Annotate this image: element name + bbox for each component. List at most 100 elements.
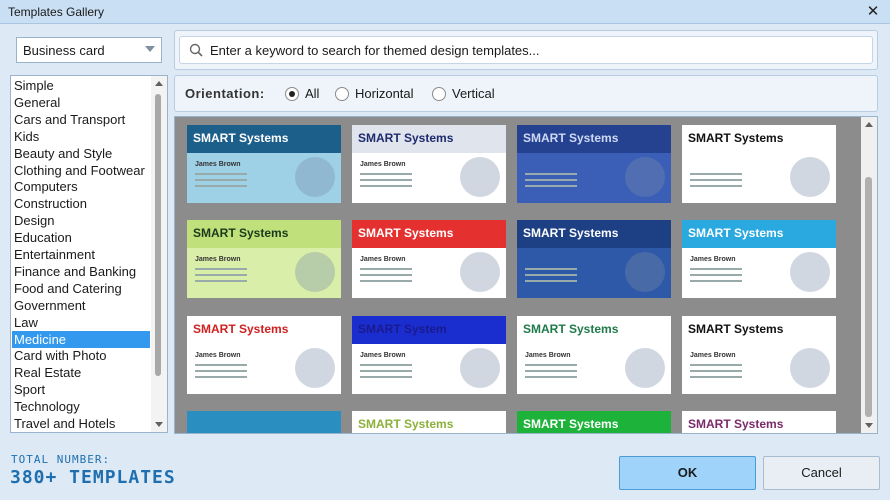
dna-icon [460,157,500,197]
template-card[interactable]: SMART Systems James Brown [187,125,341,203]
radio-circle[interactable] [285,87,299,101]
category-item[interactable]: Design [12,212,150,229]
radio-circle[interactable] [432,87,446,101]
template-card[interactable]: SMART Systems [682,411,836,433]
category-item[interactable]: Law [12,314,150,331]
category-item[interactable]: Sport [12,381,150,398]
total-number-value: 380+ templates [10,467,176,488]
card-text-line [525,370,577,372]
card-company: SMART Systems [523,417,619,431]
scroll-up-icon[interactable] [155,81,163,86]
card-name: James Brown [360,161,406,168]
category-dropdown-value: Business card [23,43,105,58]
category-list-scrollbar[interactable] [151,76,167,432]
category-item[interactable]: Beauty and Style [12,145,150,162]
chevron-down-icon [145,46,155,52]
template-card[interactable]: SMART Systems James Brown [187,220,341,298]
scrollbar-thumb[interactable] [155,94,161,376]
template-card[interactable]: SMART System James Brown [352,316,506,394]
scroll-up-icon[interactable] [865,122,873,127]
category-item[interactable]: Food and Catering [12,280,150,297]
card-company: SMART Systems [688,131,784,145]
category-item[interactable]: Kids [12,128,150,145]
category-dropdown[interactable]: Business card [16,37,162,63]
search-icon [189,43,203,57]
close-icon[interactable]: ✕ [864,3,882,21]
card-text-line [360,173,412,175]
doctors-photo-icon [790,157,830,197]
template-card[interactable]: SMART Systems [517,411,671,433]
search-input[interactable] [210,40,860,60]
gallery-scrollbar[interactable] [861,117,877,433]
thermometer-icon [460,252,500,292]
pattern-icon [295,252,335,292]
card-text-line [525,274,577,276]
card-name: James Brown [690,352,736,359]
search-panel [174,30,878,70]
category-list[interactable]: Simple General Cars and Transport Kids Beaut… [10,75,168,433]
template-card[interactable]: SMART Systems James Brown [682,220,836,298]
template-card[interactable]: SMART Systems James Brown [352,220,506,298]
template-card[interactable]: SMART Systems [517,125,671,203]
card-text-line [360,268,412,270]
card-company: SMART System [358,322,447,336]
card-text-line [195,173,247,175]
category-item[interactable]: Finance and Banking [12,263,150,280]
scroll-down-icon[interactable] [865,423,873,428]
card-company: SMART Systems [523,131,619,145]
card-company: SMART Systems [358,131,454,145]
category-item[interactable]: Travel and Hotels [12,415,150,432]
card-name: James Brown [525,352,571,359]
card-company: SMART Systems [688,417,784,431]
card-text-line [360,364,412,366]
card-text-line [195,268,247,270]
card-text-line [195,179,247,181]
card-text-line [360,280,412,282]
card-name: James Brown [195,352,241,359]
ok-button[interactable]: OK [619,456,756,490]
radio-label: Vertical [452,86,495,101]
card-company: SMART Systems [358,417,454,431]
search-box[interactable] [179,36,873,64]
template-card[interactable]: SMART Systems James Brown [187,316,341,394]
template-card[interactable]: SMART Systems [682,125,836,203]
total-number-label: Total number: [11,453,111,466]
card-text-line [195,274,247,276]
card-text-line [690,179,742,181]
template-card[interactable]: SMART Systems [517,220,671,298]
category-item[interactable]: Technology [12,398,150,415]
category-item[interactable]: Construction [12,195,150,212]
category-item[interactable]: Real Estate [12,364,150,381]
card-text-line [525,268,577,270]
template-card[interactable]: SMART Systems [352,411,506,433]
category-item[interactable]: Cars and Transport [12,111,150,128]
template-card[interactable]: SMART Systems James Brown [682,316,836,394]
cancel-button[interactable]: Cancel [763,456,880,490]
category-item[interactable]: Simple [12,77,150,94]
pharmacy-icon [625,348,665,388]
radio-circle[interactable] [335,87,349,101]
card-text-line [195,364,247,366]
category-item[interactable]: Clothing and Footwear [12,162,150,179]
category-item[interactable]: Medicine [12,330,150,348]
card-company: SMART Systems [358,226,454,240]
category-item[interactable]: Computers [12,178,150,195]
scroll-down-icon[interactable] [155,422,163,427]
category-item[interactable]: General [12,94,150,111]
card-text-line [525,185,577,187]
category-item[interactable]: Card with Photo [12,347,150,364]
template-card[interactable]: SMART Systems James Brown [517,316,671,394]
card-text-line [690,185,742,187]
card-text-line [690,280,742,282]
scrollbar-thumb[interactable] [865,177,872,417]
category-item[interactable]: Entertainment [12,246,150,263]
category-item[interactable]: Government [12,297,150,314]
doctor-coat-icon [790,348,830,388]
category-item[interactable]: Education [12,229,150,246]
template-card[interactable] [187,411,341,433]
card-text-line [360,274,412,276]
card-text-line [360,185,412,187]
template-card[interactable]: SMART Systems James Brown [352,125,506,203]
card-text-line [525,364,577,366]
card-company: SMART Systems [688,322,784,336]
